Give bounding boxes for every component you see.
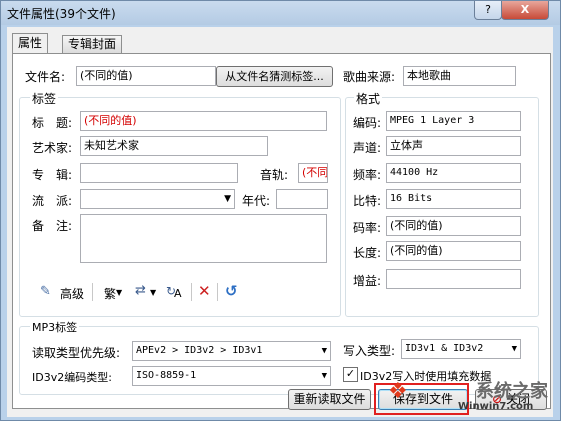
- gain-label: 增益:: [353, 274, 382, 288]
- gain-field[interactable]: [386, 269, 521, 289]
- guess-from-filename-button[interactable]: 从文件名猜测标签...: [216, 66, 333, 87]
- chevron-down-icon[interactable]: ▼: [150, 285, 156, 301]
- title-bar: 文件属性(39个文件) ? X: [1, 1, 560, 25]
- year-label: 年代:: [242, 194, 271, 208]
- length-field[interactable]: (不同的值): [386, 241, 521, 261]
- frequency-label: 频率:: [353, 168, 382, 182]
- filename-field[interactable]: (不同的值): [76, 66, 216, 86]
- chevron-down-icon: ▼: [321, 346, 327, 356]
- advanced-label[interactable]: 高级: [60, 285, 84, 302]
- frequency-field[interactable]: 44100 Hz: [386, 163, 521, 183]
- file-properties-window: 文件属性(39个文件) ? X 属性 专辑封面 文件名: (不同的值) 从文件名…: [0, 0, 561, 421]
- artist-field[interactable]: 未知艺术家: [80, 136, 268, 156]
- genre-dropdown[interactable]: ▼: [80, 189, 235, 209]
- bits-label: 比特:: [353, 194, 382, 208]
- write-type-dropdown[interactable]: ID3v1 & ID3v2 ▼: [401, 339, 521, 359]
- bitrate-label: 码率:: [353, 221, 382, 235]
- help-button[interactable]: ?: [474, 1, 502, 20]
- watermark-url: Winwin7.com: [458, 401, 534, 412]
- reread-file-button[interactable]: 重新读取文件: [288, 389, 371, 410]
- bits-field[interactable]: 16 Bits: [386, 189, 521, 209]
- codec-label: 编码:: [353, 116, 382, 130]
- song-source-field[interactable]: 本地歌曲: [403, 66, 516, 86]
- comment-field[interactable]: [80, 214, 327, 263]
- case-convert-label: A: [174, 287, 182, 300]
- refresh-icon[interactable]: ↺: [225, 283, 238, 299]
- artist-label: 艺术家:: [32, 141, 73, 155]
- clear-icon[interactable]: ✕: [198, 283, 211, 299]
- track-label: 音轨:: [260, 168, 289, 182]
- format-group-title: 格式: [354, 90, 383, 107]
- read-priority-label: 读取类型优先级:: [32, 346, 121, 360]
- watermark-logo-icon: ❖: [388, 379, 408, 404]
- channel-label: 声道:: [353, 141, 382, 155]
- tags-group-title: 标签: [30, 90, 59, 107]
- traditional-chinese-button[interactable]: 繁: [104, 285, 116, 302]
- chevron-down-icon: ▼: [224, 194, 231, 204]
- id3v2-encoding-value: ISO-8859-1: [136, 370, 197, 381]
- read-priority-dropdown[interactable]: APEv2 > ID3v2 > ID3v1 ▼: [132, 341, 331, 361]
- tab-album-cover[interactable]: 专辑封面: [62, 35, 123, 53]
- album-field[interactable]: [80, 163, 238, 183]
- toolbar-separator: [92, 283, 93, 301]
- chevron-down-icon: ▼: [321, 371, 327, 381]
- length-label: 长度:: [353, 246, 382, 260]
- filename-label: 文件名:: [25, 70, 66, 84]
- comment-label: 备 注:: [32, 219, 73, 233]
- mp3-group-title: MP3标签: [30, 319, 80, 335]
- write-type-label: 写入类型:: [343, 344, 396, 358]
- song-source-label: 歌曲来源:: [343, 70, 396, 84]
- title-field[interactable]: (不同的值): [80, 111, 327, 131]
- chevron-down-icon: ▼: [511, 344, 517, 354]
- bitrate-field[interactable]: (不同的值): [386, 216, 521, 236]
- edit-advanced-icon[interactable]: ✎: [40, 284, 51, 300]
- tab-properties[interactable]: 属性: [12, 33, 49, 54]
- write-type-value: ID3v1 & ID3v2: [405, 343, 484, 354]
- chevron-down-icon[interactable]: ▼: [116, 285, 122, 301]
- codec-field[interactable]: MPEG 1 Layer 3: [386, 111, 521, 131]
- year-field[interactable]: [276, 189, 328, 209]
- close-window-button[interactable]: X: [501, 1, 549, 20]
- properties-panel: 文件名: (不同的值) 从文件名猜测标签... 歌曲来源: 本地歌曲 标签 标 …: [12, 53, 551, 409]
- window-title: 文件属性(39个文件): [7, 7, 116, 21]
- dialog-client: 属性 专辑封面 文件名: (不同的值) 从文件名猜测标签... 歌曲来源: 本地…: [7, 27, 553, 417]
- album-label: 专 辑:: [32, 168, 73, 182]
- channel-field[interactable]: 立体声: [386, 136, 521, 156]
- watermark: ❖ 系统之家 Winwin7.com: [388, 379, 558, 415]
- padding-checkbox[interactable]: ✓: [343, 367, 358, 382]
- track-field[interactable]: (不同: [298, 163, 328, 183]
- id3v2-encoding-dropdown[interactable]: ISO-8859-1 ▼: [132, 366, 331, 386]
- toolbar-separator: [217, 283, 218, 301]
- genre-label: 流 派:: [32, 194, 73, 208]
- toolbar-separator: [191, 283, 192, 301]
- convert-text-icon[interactable]: ⇄: [135, 283, 146, 299]
- id3v2-encoding-label: ID3v2编码类型:: [32, 371, 112, 384]
- watermark-text: 系统之家: [476, 381, 548, 402]
- read-priority-value: APEv2 > ID3v2 > ID3v1: [136, 345, 263, 356]
- title-label: 标 题:: [32, 116, 73, 130]
